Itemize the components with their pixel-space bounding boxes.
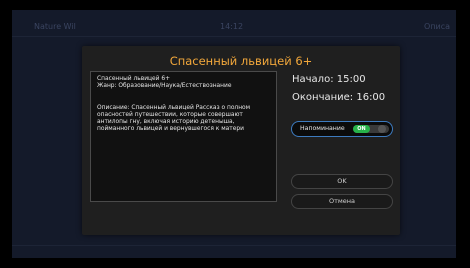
- tv-screen: Nature Wil 14:12 Описа Спасенный львицей…: [0, 0, 470, 268]
- background-channel-text: Nature Wil: [34, 22, 76, 31]
- program-name-line: Спасенный львицей 6+: [97, 76, 171, 82]
- program-info-dialog: Спасенный львицей 6+ Спасенный львицей 6…: [82, 46, 400, 235]
- program-description-box: Спасенный львицей 6+ Жанр: Образование/Н…: [90, 71, 277, 202]
- switch-on-indicator: ON: [353, 125, 370, 133]
- cancel-button[interactable]: Отмена: [291, 194, 393, 209]
- program-description-line: опасностей путешествии, которые совершаю…: [97, 111, 243, 118]
- background-divider: [12, 36, 456, 37]
- end-time: Окончание: 16:00: [292, 92, 386, 103]
- start-time: Начало: 15:00: [292, 74, 366, 85]
- dialog-title: Спасенный львицей 6+: [169, 54, 313, 68]
- reminder-switch[interactable]: ON: [353, 125, 389, 133]
- switch-knob: [378, 125, 386, 133]
- program-description-line: пойманного львицей и вернувшегося к мате…: [97, 126, 244, 133]
- program-description-line: Описание: Спасенный львицей Рассказ о по…: [97, 104, 251, 111]
- reminder-toggle-row[interactable]: Напоминание ON: [291, 121, 393, 137]
- ok-button[interactable]: OK: [291, 174, 393, 189]
- background-description-text: Описа: [424, 22, 451, 31]
- reminder-label: Напоминание: [300, 125, 345, 132]
- program-genre-line: Жанр: Образование/Наука/Естествознание: [97, 83, 232, 90]
- background-clock-text: 14:12: [220, 22, 244, 31]
- background-divider: [12, 245, 456, 246]
